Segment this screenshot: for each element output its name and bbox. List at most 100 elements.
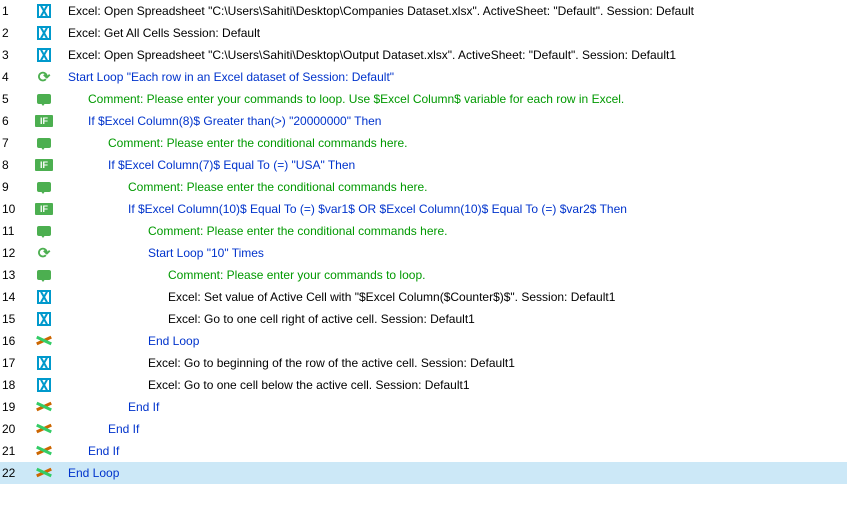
line-text: Excel: Go to beginning of the row of the… — [60, 356, 515, 370]
code-line[interactable]: 18 Excel: Go to one cell below the active… — [0, 374, 847, 396]
excel-icon — [35, 289, 53, 305]
if-icon: IF — [35, 157, 53, 173]
code-line[interactable]: 19 End If — [0, 396, 847, 418]
line-number: 13 — [0, 268, 28, 282]
line-icon-cell: IF — [28, 113, 60, 129]
line-icon-cell: IF — [28, 201, 60, 217]
end-block-icon — [35, 465, 53, 481]
line-number: 3 — [0, 48, 28, 62]
line-icon-cell — [28, 47, 60, 63]
line-number: 11 — [0, 224, 28, 238]
excel-icon — [35, 377, 53, 393]
loop-icon: ⟳ — [35, 245, 53, 261]
code-editor[interactable]: 1 Excel: Open Spreadsheet "C:\Users\Sahit… — [0, 0, 847, 484]
line-number: 6 — [0, 114, 28, 128]
line-text: Excel: Set value of Active Cell with "$E… — [60, 290, 615, 304]
line-text: If $Excel Column(8)$ Greater than(>) "20… — [60, 114, 381, 128]
line-text: If $Excel Column(7)$ Equal To (=) "USA" … — [60, 158, 355, 172]
line-text: End Loop — [60, 334, 199, 348]
code-line[interactable]: 9 Comment: Please enter the conditional c… — [0, 176, 847, 198]
code-line[interactable]: 8 IF If $Excel Column(7)$ Equal To (=) "US… — [0, 154, 847, 176]
code-line[interactable]: 22 End Loop — [0, 462, 847, 484]
line-text: Excel: Go to one cell right of active ce… — [60, 312, 475, 326]
line-number: 1 — [0, 4, 28, 18]
line-number: 4 — [0, 70, 28, 84]
line-number: 8 — [0, 158, 28, 172]
end-block-icon — [35, 399, 53, 415]
end-block-icon — [35, 443, 53, 459]
code-line[interactable]: 15 Excel: Go to one cell right of active … — [0, 308, 847, 330]
line-text: End If — [60, 400, 159, 414]
line-number: 22 — [0, 466, 28, 480]
line-icon-cell — [28, 289, 60, 305]
line-icon-cell — [28, 179, 60, 195]
code-line[interactable]: 11 Comment: Please enter the conditional … — [0, 220, 847, 242]
code-line[interactable]: 14 Excel: Set value of Active Cell with "… — [0, 286, 847, 308]
line-text: Excel: Go to one cell below the active c… — [60, 378, 470, 392]
line-icon-cell — [28, 267, 60, 283]
code-line[interactable]: 5Comment: Please enter your commands to … — [0, 88, 847, 110]
line-text: Comment: Please enter your commands to l… — [60, 92, 624, 106]
code-line[interactable]: 21End If — [0, 440, 847, 462]
line-text: Excel: Get All Cells Session: Default — [60, 26, 260, 40]
line-number: 12 — [0, 246, 28, 260]
line-text: Comment: Please enter your commands to l… — [60, 268, 425, 282]
excel-icon — [35, 47, 53, 63]
code-line[interactable]: 1 Excel: Open Spreadsheet "C:\Users\Sahit… — [0, 0, 847, 22]
code-line[interactable]: 13 Comment: Please enter your commands to… — [0, 264, 847, 286]
line-number: 2 — [0, 26, 28, 40]
line-icon-cell — [28, 399, 60, 415]
excel-icon — [35, 3, 53, 19]
line-text: Excel: Open Spreadsheet "C:\Users\Sahiti… — [60, 4, 694, 18]
code-line[interactable]: 20 End If — [0, 418, 847, 440]
line-number: 9 — [0, 180, 28, 194]
excel-icon — [35, 355, 53, 371]
code-line[interactable]: 7Comment: Please enter the conditional c… — [0, 132, 847, 154]
code-line[interactable]: 4 ⟳ Start Loop "Each row in an Excel datas… — [0, 66, 847, 88]
code-line[interactable]: 16 End Loop — [0, 330, 847, 352]
code-line[interactable]: 12⟳Start Loop "10" Times — [0, 242, 847, 264]
code-line[interactable]: 3 Excel: Open Spreadsheet "C:\Users\Sahit… — [0, 44, 847, 66]
line-number: 15 — [0, 312, 28, 326]
comment-icon — [35, 91, 53, 107]
comment-icon — [35, 267, 53, 283]
line-text: End Loop — [60, 466, 119, 480]
line-icon-cell — [28, 377, 60, 393]
comment-icon — [35, 135, 53, 151]
line-text: Comment: Please enter the conditional co… — [60, 180, 428, 194]
line-icon-cell: ⟳ — [28, 245, 60, 261]
code-line[interactable]: 17Excel: Go to beginning of the row of t… — [0, 352, 847, 374]
line-icon-cell — [28, 333, 60, 349]
line-number: 20 — [0, 422, 28, 436]
comment-icon — [35, 223, 53, 239]
comment-icon — [35, 179, 53, 195]
line-text: If $Excel Column(10)$ Equal To (=) $var1… — [60, 202, 627, 216]
code-line[interactable]: 2 Excel: Get All Cells Session: Default — [0, 22, 847, 44]
line-icon-cell — [28, 25, 60, 41]
code-line[interactable]: 6IFIf $Excel Column(8)$ Greater than(>) … — [0, 110, 847, 132]
line-text: End If — [60, 422, 139, 436]
loop-icon: ⟳ — [35, 69, 53, 85]
end-block-icon — [35, 333, 53, 349]
line-icon-cell — [28, 311, 60, 327]
line-text: Excel: Open Spreadsheet "C:\Users\Sahiti… — [60, 48, 676, 62]
line-number: 14 — [0, 290, 28, 304]
line-number: 19 — [0, 400, 28, 414]
excel-icon — [35, 311, 53, 327]
line-number: 18 — [0, 378, 28, 392]
line-icon-cell — [28, 135, 60, 151]
line-icon-cell — [28, 91, 60, 107]
excel-icon — [35, 25, 53, 41]
line-icon-cell — [28, 223, 60, 239]
line-icon-cell — [28, 421, 60, 437]
code-line[interactable]: 10IFIf $Excel Column(10)$ Equal To (=) $… — [0, 198, 847, 220]
line-icon-cell — [28, 355, 60, 371]
if-icon: IF — [35, 201, 53, 217]
line-text: Comment: Please enter the conditional co… — [60, 136, 408, 150]
line-icon-cell: ⟳ — [28, 69, 60, 85]
line-text: Start Loop "Each row in an Excel dataset… — [60, 70, 394, 84]
line-text: Comment: Please enter the conditional co… — [60, 224, 448, 238]
line-icon-cell — [28, 443, 60, 459]
end-block-icon — [35, 421, 53, 437]
line-number: 16 — [0, 334, 28, 348]
